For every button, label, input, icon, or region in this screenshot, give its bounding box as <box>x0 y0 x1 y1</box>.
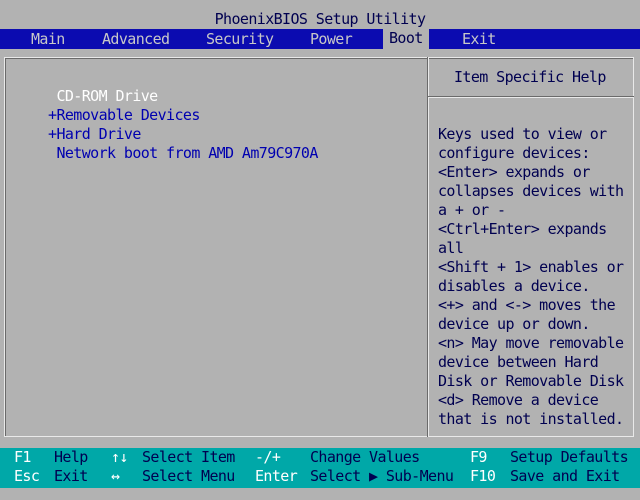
help-line: a + or - <box>438 201 506 219</box>
help-line: <Shift + 1> enables or <box>438 258 624 276</box>
boot-item-removable-devices[interactable]: +Removable Devices <box>48 106 318 125</box>
help-line: <n> May move removable <box>438 334 624 352</box>
bios-title: PhoenixBIOS Setup Utility <box>0 10 640 29</box>
help-line: device up or down. <box>438 315 590 333</box>
help-line: disables a device. <box>438 277 590 295</box>
select-menu-desc: Select Menu <box>142 467 235 485</box>
menu-power[interactable]: Power <box>310 30 353 49</box>
panel-divider <box>427 57 429 437</box>
key-f9: F9 <box>470 448 487 466</box>
boot-item-label: Network boot from AMD Am79C970A <box>56 144 318 162</box>
help-line: <Ctrl+Enter> expands <box>438 220 607 238</box>
key-enter: Enter <box>255 467 298 485</box>
help-line: <+> and <-> moves the <box>438 296 616 314</box>
help-line: Disk or Removable Disk <box>438 372 624 390</box>
menu-security[interactable]: Security <box>206 30 274 49</box>
help-title: Item Specific Help <box>454 68 606 86</box>
key-f1-desc: Help <box>54 448 88 466</box>
menu-boot[interactable]: Boot <box>383 29 429 49</box>
select-item-desc: Select Item <box>142 448 235 466</box>
boot-item-label: CD-ROM Drive <box>56 87 158 105</box>
help-line: configure devices: <box>438 144 590 162</box>
boot-item-cdrom[interactable]: CD-ROM Drive <box>48 87 318 106</box>
save-and-exit-desc: Save and Exit <box>510 467 620 485</box>
key-f10: F10 <box>470 467 496 485</box>
boot-item-network[interactable]: Network boot from AMD Am79C970A <box>48 144 318 163</box>
key-minus-plus: -/+ <box>255 448 281 466</box>
menu-advanced[interactable]: Advanced <box>102 30 170 49</box>
help-line: that is not installed. <box>438 410 624 428</box>
help-line: Keys used to view or <box>438 125 607 143</box>
status-bar: F1 Help ↑↓ Select Item -/+ Change Values… <box>0 448 640 488</box>
help-line: all <box>438 239 464 257</box>
menu-main[interactable]: Main <box>31 30 65 49</box>
arrow-leftright-icon: ↔ <box>111 467 120 485</box>
boot-item-label: Removable Devices <box>56 106 200 124</box>
key-esc: Esc <box>14 467 40 485</box>
boot-item-label: Hard Drive <box>56 125 141 143</box>
help-title-divider <box>428 96 634 98</box>
key-esc-desc: Exit <box>54 467 88 485</box>
arrow-updown-icon: ↑↓ <box>111 448 128 466</box>
boot-order-list: CD-ROM Drive +Removable Devices +Hard Dr… <box>48 87 318 163</box>
help-text: Keys used to view or configure devices: … <box>438 125 624 429</box>
menu-bar: Main Advanced Security Power Boot Exit <box>0 29 640 49</box>
help-line: <d> Remove a device <box>438 391 599 409</box>
boot-item-hard-drive[interactable]: +Hard Drive <box>48 125 318 144</box>
key-f1: F1 <box>14 448 31 466</box>
menu-exit[interactable]: Exit <box>462 30 496 49</box>
help-line: <Enter> expands or <box>438 163 590 181</box>
setup-defaults-desc: Setup Defaults <box>510 448 629 466</box>
select-submenu-desc: Select ▶ Sub-Menu <box>310 467 454 485</box>
change-values-desc: Change Values <box>310 448 420 466</box>
help-line: device between Hard <box>438 353 599 371</box>
help-line: collapses devices with <box>438 182 624 200</box>
